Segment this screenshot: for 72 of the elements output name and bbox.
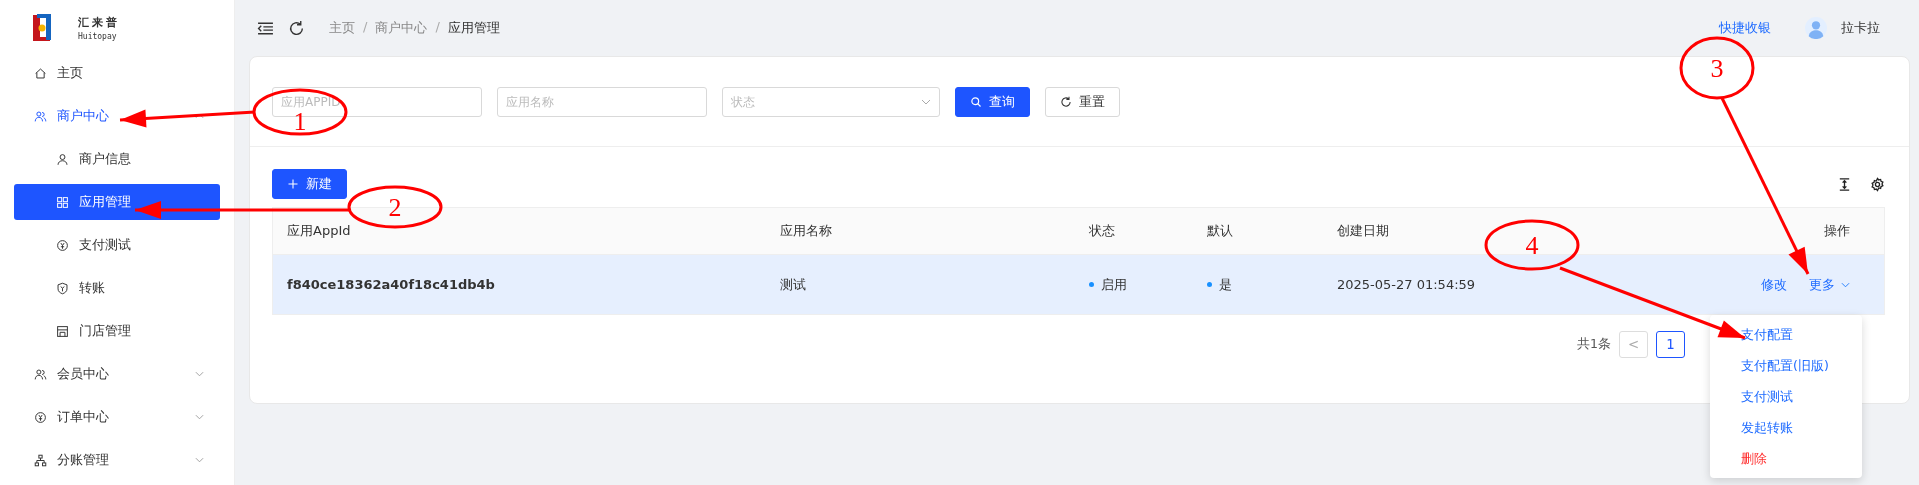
breadcrumb-link[interactable]: 商户中心: [375, 19, 428, 37]
page-button[interactable]: 1: [1656, 331, 1685, 358]
breadcrumb-link[interactable]: 主页: [329, 19, 355, 37]
hierarchy-icon: [34, 453, 47, 467]
total-count: 共1条: [1577, 336, 1611, 353]
sidebar-item[interactable]: 商户信息: [14, 141, 220, 177]
annotation-number: 3: [1710, 54, 1724, 83]
store-icon: [56, 324, 69, 338]
menu-item[interactable]: 删除: [1710, 443, 1862, 474]
refresh-icon[interactable]: [288, 19, 305, 37]
quick-cashier-link[interactable]: 快捷收银: [1719, 19, 1771, 37]
menu-item[interactable]: 发起转账: [1710, 412, 1862, 443]
annotation-number: 2: [388, 193, 402, 222]
sidebar-item[interactable]: 应用管理: [14, 184, 220, 220]
sidebar-item[interactable]: 商户中心: [14, 98, 220, 134]
menu-icon[interactable]: [257, 19, 274, 37]
chevron-down-icon: [195, 457, 204, 463]
home-icon: [34, 66, 47, 80]
default-text: 是: [1219, 275, 1232, 294]
table-cell-text: f840ce18362a40f18c41db4b: [287, 277, 496, 292]
search-button[interactable]: 查询: [955, 87, 1030, 117]
chevron-down-icon: [921, 99, 931, 105]
user-icon: [56, 152, 69, 166]
menu-item[interactable]: 支付配置: [1710, 319, 1862, 350]
column-header: 默认: [1207, 222, 1234, 240]
plus-icon: [287, 178, 299, 190]
reset-button[interactable]: 重置: [1045, 87, 1120, 117]
breadcrumb-separator: /: [363, 19, 368, 36]
row-height-icon[interactable]: [1837, 176, 1852, 192]
user-name[interactable]: 拉卡拉: [1841, 19, 1880, 37]
new-button[interactable]: 新建: [272, 169, 347, 199]
refresh-icon: [1060, 96, 1072, 108]
column-header: 应用名称: [780, 222, 833, 240]
brand-name: 汇来普: [78, 15, 120, 30]
more-link[interactable]: 更多: [1809, 275, 1835, 294]
sidebar-item[interactable]: 主页: [14, 55, 220, 91]
coin-icon: [56, 238, 69, 252]
sidebar-item[interactable]: 支付测试: [14, 227, 220, 263]
brand-subtitle: Huitopay: [78, 32, 118, 41]
shield-icon: [56, 281, 69, 295]
chevron-down-icon: [195, 371, 204, 377]
table-row[interactable]: f840ce18362a40f18c41db4b 测试 启用 是 2025-05-27 01:54:59 修改 更多: [273, 255, 1884, 314]
table-cell-text: 测试: [780, 275, 807, 294]
chevron-down-icon: [1841, 281, 1850, 288]
breadcrumb-separator: /: [435, 19, 440, 36]
chevron-down-icon: [195, 414, 204, 420]
breadcrumb-current: 应用管理: [447, 19, 500, 37]
settings-icon[interactable]: [1870, 176, 1885, 192]
menu-item[interactable]: 支付配置(旧版): [1710, 350, 1862, 381]
status-text: 启用: [1101, 275, 1127, 294]
chevron-up-icon: [195, 113, 204, 119]
logo-icon: [32, 13, 52, 43]
column-header: 状态: [1089, 222, 1116, 240]
sidebar-item[interactable]: 会员中心: [14, 356, 220, 392]
sidebar-item[interactable]: 门店管理: [14, 313, 220, 349]
column-header: 应用AppId: [287, 222, 352, 240]
column-header: 创建日期: [1337, 222, 1390, 240]
sidebar-item[interactable]: 订单中心: [14, 399, 220, 435]
table-cell-text: 2025-05-27 01:54:59: [1337, 277, 1477, 292]
grid-icon: [56, 195, 69, 209]
status-dot: [1089, 282, 1094, 287]
status-dot: [1207, 282, 1212, 287]
column-header: 操作: [1824, 222, 1851, 240]
edit-link[interactable]: 修改: [1761, 275, 1787, 294]
users-icon: [34, 367, 47, 381]
input-field[interactable]: 应用名称: [497, 87, 707, 117]
coin-icon: [34, 410, 47, 424]
sidebar-item[interactable]: 分账管理: [14, 442, 220, 478]
search-icon: [970, 96, 982, 108]
menu-item[interactable]: 支付测试: [1710, 381, 1862, 412]
users-icon: [34, 109, 47, 123]
sidebar-item[interactable]: 转账: [14, 270, 220, 306]
